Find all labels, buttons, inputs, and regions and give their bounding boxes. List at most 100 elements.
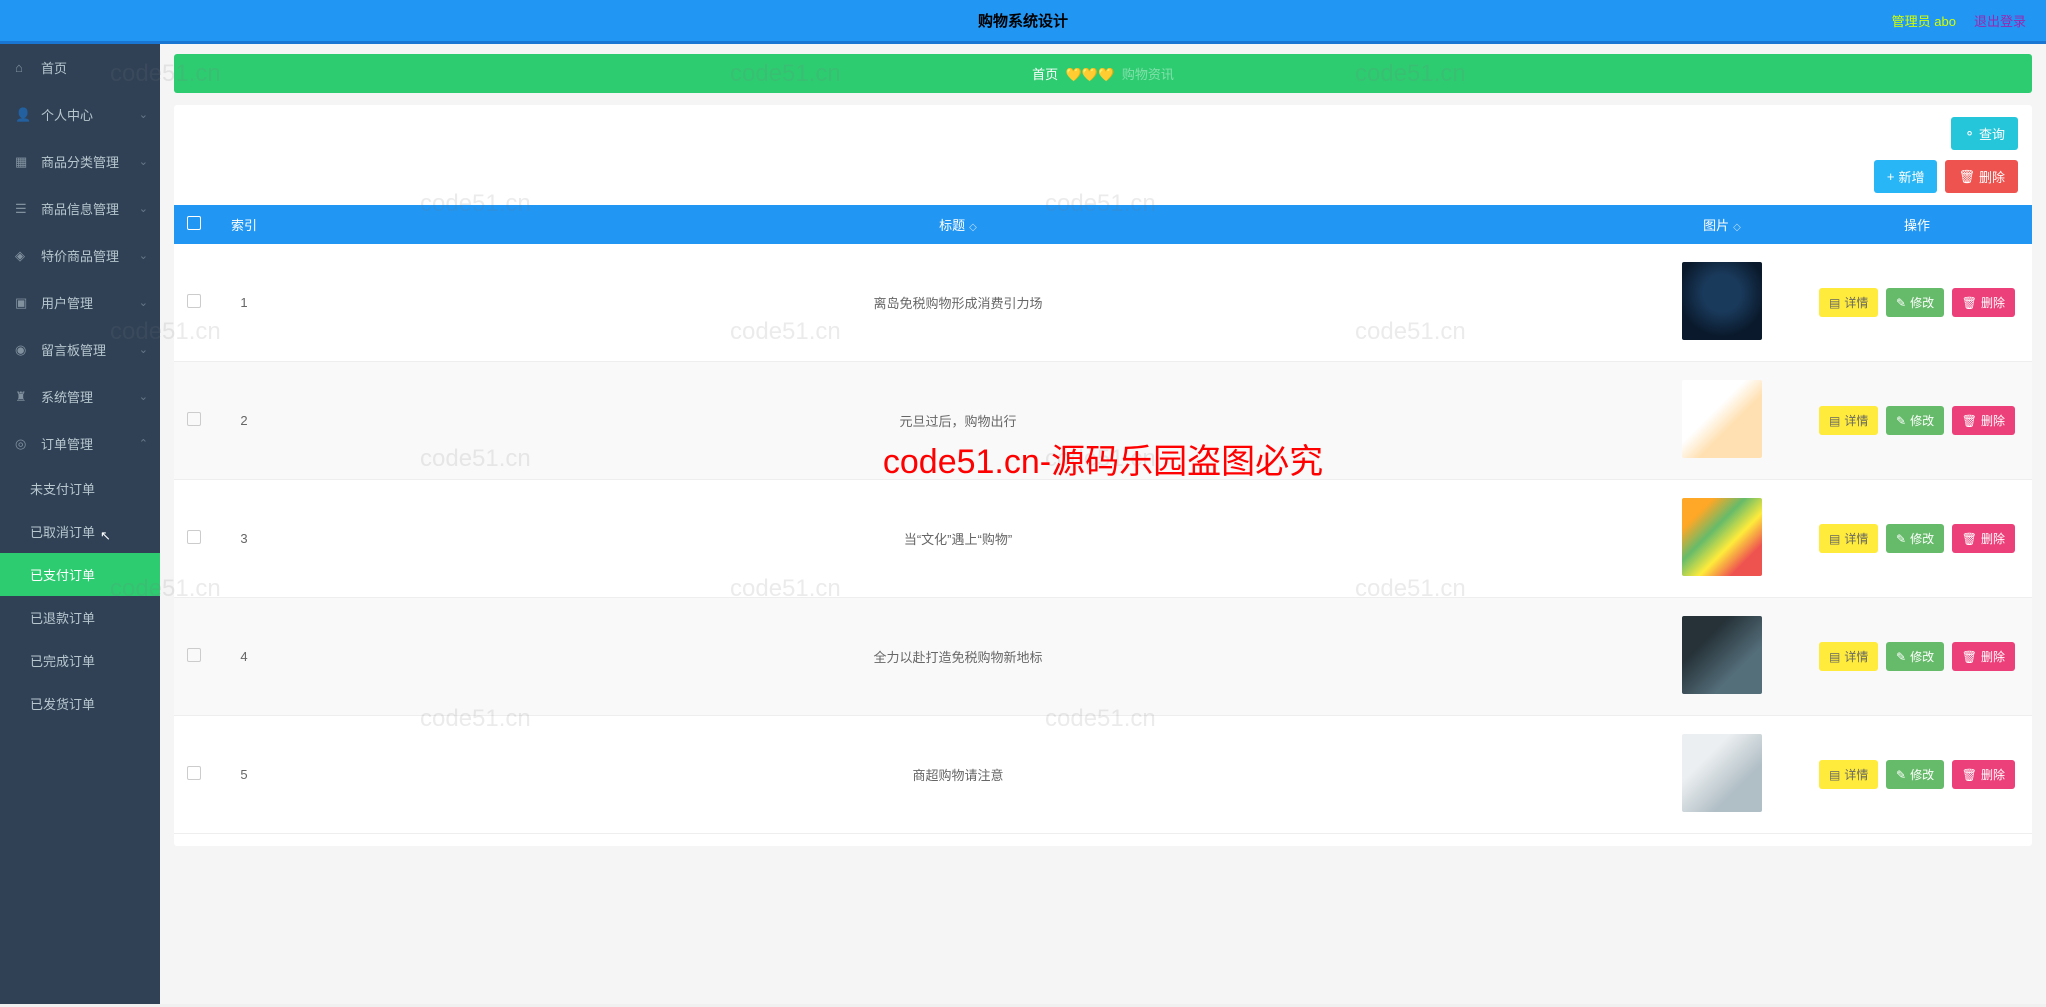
search-button[interactable]: ⚬ 查询 bbox=[1951, 117, 2018, 150]
chevron-down-icon: ⌄ bbox=[139, 390, 148, 403]
cell-title: 离岛免税购物形成消费引力场 bbox=[274, 244, 1642, 362]
sidebar-item-label: 商品信息管理 bbox=[41, 199, 119, 218]
cell-index: 1 bbox=[214, 244, 274, 362]
detail-button[interactable]: ▤ 详情 bbox=[1819, 760, 1878, 789]
row-checkbox[interactable] bbox=[187, 648, 201, 662]
home-icon: ⌂ bbox=[15, 60, 31, 75]
cell-title: 元旦过后，购物出行 bbox=[274, 362, 1642, 480]
th-checkbox bbox=[174, 205, 214, 244]
breadcrumb: 首页 💛💛💛 购物资讯 bbox=[174, 54, 2032, 93]
edit-button[interactable]: ✎ 修改 bbox=[1886, 406, 1944, 435]
breadcrumb-separator: 💛💛💛 bbox=[1066, 67, 1115, 82]
trash-icon: 🗑 bbox=[1958, 169, 1975, 185]
trash-icon: 🗑 bbox=[1962, 414, 1977, 428]
sidebar-item-home[interactable]: ⌂ 首页 bbox=[0, 44, 160, 91]
edit-button[interactable]: ✎ 修改 bbox=[1886, 524, 1944, 553]
add-button-label: 新增 bbox=[1898, 167, 1924, 186]
row-checkbox[interactable] bbox=[187, 294, 201, 308]
row-delete-button[interactable]: 🗑 删除 bbox=[1952, 642, 2015, 671]
sidebar-item-orders[interactable]: ◎ 订单管理 ⌃ bbox=[0, 420, 160, 467]
cell-image bbox=[1642, 598, 1802, 716]
doc-icon: ▤ bbox=[1829, 768, 1840, 782]
sidebar-item-category[interactable]: ▦ 商品分类管理 ⌄ bbox=[0, 138, 160, 185]
chevron-down-icon: ⌄ bbox=[139, 343, 148, 356]
add-button[interactable]: + 新增 bbox=[1874, 160, 1938, 193]
edit-icon: ✎ bbox=[1896, 532, 1906, 546]
row-checkbox[interactable] bbox=[187, 412, 201, 426]
trash-icon: 🗑 bbox=[1962, 296, 1977, 310]
doc-icon: ▤ bbox=[1829, 650, 1840, 664]
cell-index: 3 bbox=[214, 480, 274, 598]
cell-title: 当“文化”遇上“购物” bbox=[274, 480, 1642, 598]
trash-icon: 🗑 bbox=[1962, 768, 1977, 782]
sidebar-item-profile[interactable]: 👤 个人中心 ⌄ bbox=[0, 91, 160, 138]
sidebar-item-system[interactable]: ♜ 系统管理 ⌄ bbox=[0, 373, 160, 420]
detail-button[interactable]: ▤ 详情 bbox=[1819, 642, 1878, 671]
sidebar-item-product[interactable]: ☰ 商品信息管理 ⌄ bbox=[0, 185, 160, 232]
chevron-down-icon: ⌄ bbox=[139, 108, 148, 121]
thumbnail-image[interactable] bbox=[1682, 734, 1762, 812]
thumbnail-image[interactable] bbox=[1682, 498, 1762, 576]
cell-title: 全力以赴打造免税购物新地标 bbox=[274, 598, 1642, 716]
edit-button[interactable]: ✎ 修改 bbox=[1886, 642, 1944, 671]
chevron-down-icon: ⌄ bbox=[139, 249, 148, 262]
th-title[interactable]: 标题◇ bbox=[274, 205, 1642, 244]
detail-button[interactable]: ▤ 详情 bbox=[1819, 288, 1878, 317]
thumbnail-image[interactable] bbox=[1682, 616, 1762, 694]
sidebar-item-label: 特价商品管理 bbox=[41, 246, 119, 265]
sidebar-subitem-unpaid[interactable]: 未支付订单 bbox=[0, 467, 160, 510]
row-checkbox[interactable] bbox=[187, 530, 201, 544]
select-all-checkbox[interactable] bbox=[187, 216, 201, 230]
th-image[interactable]: 图片◇ bbox=[1642, 205, 1802, 244]
edit-button[interactable]: ✎ 修改 bbox=[1886, 288, 1944, 317]
sort-icon: ◇ bbox=[969, 222, 977, 233]
sidebar-subitem-label: 已取消订单 bbox=[30, 525, 95, 540]
breadcrumb-current: 购物资讯 bbox=[1122, 67, 1174, 82]
sidebar: ⌂ 首页 👤 个人中心 ⌄ ▦ 商品分类管理 ⌄ ☰ 商品信息管理 ⌄ ◈ 特价… bbox=[0, 44, 160, 1004]
edit-button[interactable]: ✎ 修改 bbox=[1886, 760, 1944, 789]
users-icon: ▣ bbox=[15, 295, 31, 311]
thumbnail-image[interactable] bbox=[1682, 380, 1762, 458]
cell-title: 商超购物请注意 bbox=[274, 716, 1642, 834]
cell-image bbox=[1642, 716, 1802, 834]
th-index[interactable]: 索引 bbox=[214, 205, 274, 244]
delete-button[interactable]: 🗑 删除 bbox=[1945, 160, 2018, 193]
cell-image bbox=[1642, 244, 1802, 362]
sidebar-item-label: 订单管理 bbox=[41, 434, 93, 453]
doc-icon: ▤ bbox=[1829, 532, 1840, 546]
sidebar-item-special[interactable]: ◈ 特价商品管理 ⌄ bbox=[0, 232, 160, 279]
sidebar-item-messages[interactable]: ◉ 留言板管理 ⌄ bbox=[0, 326, 160, 373]
table-row: 1 离岛免税购物形成消费引力场 ▤ 详情 ✎ 修改 🗑 删除 bbox=[174, 244, 2032, 362]
sidebar-subitem-shipped[interactable]: 已发货订单 bbox=[0, 682, 160, 725]
row-checkbox[interactable] bbox=[187, 766, 201, 780]
header: 购物系统设计 管理员 abo 退出登录 bbox=[0, 0, 2046, 44]
row-delete-button[interactable]: 🗑 删除 bbox=[1952, 288, 2015, 317]
trash-icon: 🗑 bbox=[1962, 650, 1977, 664]
sidebar-subitem-paid[interactable]: 已支付订单 bbox=[0, 553, 160, 596]
breadcrumb-home[interactable]: 首页 bbox=[1032, 67, 1058, 82]
row-delete-button[interactable]: 🗑 删除 bbox=[1952, 524, 2015, 553]
user-icon: 👤 bbox=[15, 107, 31, 123]
th-action: 操作 bbox=[1802, 205, 2032, 244]
sidebar-subitem-cancelled[interactable]: 已取消订单 bbox=[0, 510, 160, 553]
sidebar-subitem-refunded[interactable]: 已退款订单 bbox=[0, 596, 160, 639]
sidebar-item-label: 个人中心 bbox=[41, 105, 93, 124]
logout-link[interactable]: 退出登录 bbox=[1974, 11, 2026, 30]
detail-button[interactable]: ▤ 详情 bbox=[1819, 406, 1878, 435]
sidebar-subitem-completed[interactable]: 已完成订单 bbox=[0, 639, 160, 682]
row-delete-button[interactable]: 🗑 删除 bbox=[1952, 760, 2015, 789]
cell-index: 5 bbox=[214, 716, 274, 834]
sidebar-item-label: 系统管理 bbox=[41, 387, 93, 406]
row-delete-button[interactable]: 🗑 删除 bbox=[1952, 406, 2015, 435]
detail-button[interactable]: ▤ 详情 bbox=[1819, 524, 1878, 553]
table-row: 3 当“文化”遇上“购物” ▤ 详情 ✎ 修改 🗑 删除 bbox=[174, 480, 2032, 598]
sidebar-item-users[interactable]: ▣ 用户管理 ⌄ bbox=[0, 279, 160, 326]
cell-index: 2 bbox=[214, 362, 274, 480]
thumbnail-image[interactable] bbox=[1682, 262, 1762, 340]
doc-icon: ▤ bbox=[1829, 414, 1840, 428]
user-label[interactable]: 管理员 abo bbox=[1892, 11, 1956, 30]
search-button-label: 查询 bbox=[1979, 124, 2005, 143]
header-right: 管理员 abo 退出登录 bbox=[1892, 11, 2026, 30]
content-card: ⚬ 查询 + 新增 🗑 删除 索引 bbox=[174, 105, 2032, 846]
grid-icon: ▦ bbox=[15, 154, 31, 170]
